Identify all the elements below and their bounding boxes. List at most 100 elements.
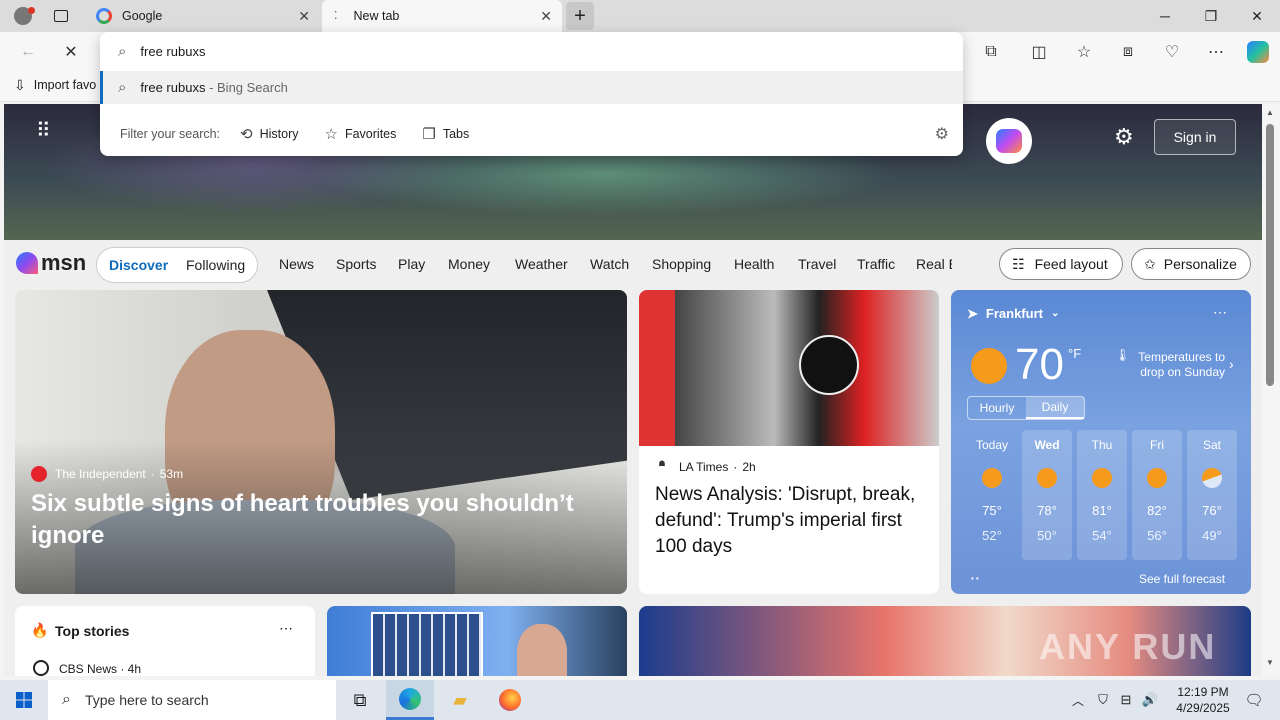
nav-news[interactable]: News	[279, 256, 314, 272]
stop-icon[interactable]: ✕	[55, 36, 87, 68]
tab-actions-icon[interactable]	[38, 0, 84, 32]
show-hidden-icons[interactable]: ︿	[1066, 680, 1090, 720]
import-favorites-button[interactable]: ⇩ Import favo	[14, 78, 96, 92]
browser-window: Google ✕ ⁚ New tab ✕ + ─ ❐ ✕ ← ✕ ⧉ ◫ ☆ ⧈…	[0, 0, 1280, 720]
high-temp: 78°	[1037, 503, 1057, 518]
filter-label: Tabs	[442, 127, 470, 141]
page-scrollbar[interactable]: ▲ ▼	[1262, 104, 1280, 676]
close-tab-icon[interactable]: ✕	[540, 8, 552, 25]
la-times-story-card[interactable]: ☗ LA Times · 2h News Analysis: 'Disrupt,…	[639, 290, 939, 594]
copilot-icon[interactable]	[1242, 36, 1274, 68]
file-explorer-icon[interactable]: ▰	[436, 680, 484, 720]
security-icon[interactable]: ⛉	[1092, 680, 1114, 720]
close-window-button[interactable]: ✕	[1234, 0, 1280, 32]
nav-real-estate[interactable]: Real E	[916, 256, 952, 272]
scrollbar-thumb[interactable]	[1266, 124, 1274, 386]
clock[interactable]: 12:19 PM 4/29/2025	[1166, 684, 1240, 716]
top-stories-card: 🔥 Top stories ⋯ CBS News · 4h	[15, 606, 315, 676]
hourly-tab[interactable]: Hourly	[968, 397, 1026, 419]
filter-label: Favorites	[344, 127, 397, 141]
copilot-button[interactable]	[986, 118, 1032, 164]
start-button[interactable]	[0, 680, 48, 720]
nav-weather[interactable]: Weather	[515, 256, 568, 272]
forecast-day[interactable]: Fri 82° 56°	[1132, 430, 1182, 560]
story-headline[interactable]: News Analysis: 'Disrupt, break, defund':…	[655, 482, 925, 560]
extensions-icon[interactable]: ⧉	[975, 36, 1007, 68]
restore-button[interactable]: ❐	[1188, 0, 1234, 32]
story-age: 2h	[742, 460, 756, 474]
filter-history-button[interactable]: ⟲ History	[240, 127, 298, 142]
forecast-day[interactable]: Sat 76° 49°	[1187, 430, 1237, 560]
tab-following[interactable]: Following	[186, 257, 245, 273]
solar-story-card[interactable]	[327, 606, 627, 676]
minimize-button[interactable]: ─	[1142, 0, 1188, 32]
weather-location[interactable]: ➤ Frankfurt ⌄	[967, 306, 1059, 321]
address-input[interactable]: free rubuxs	[140, 44, 205, 59]
nav-traffic[interactable]: Traffic	[857, 256, 895, 272]
filter-favorites-button[interactable]: ☆ Favorites	[325, 127, 397, 142]
taskbar-search-placeholder: Type here to search	[84, 692, 209, 708]
search-settings-icon[interactable]: ⚙	[935, 124, 949, 144]
nav-money[interactable]: Money	[448, 256, 490, 272]
volume-icon[interactable]: 🔊	[1138, 680, 1162, 720]
msn-logo[interactable]: msn	[16, 250, 86, 276]
address-bar[interactable]: ⌕ free rubuxs	[100, 32, 963, 70]
notifications-icon[interactable]: 🗨	[1234, 680, 1274, 720]
new-tab-button[interactable]: +	[566, 2, 594, 30]
split-screen-icon[interactable]: ◫	[1023, 36, 1055, 68]
taskbar-search[interactable]: ⌕ Type here to search	[48, 680, 336, 720]
collections-icon[interactable]: ⧈	[1112, 36, 1144, 68]
carousel-dots[interactable]: • •	[971, 574, 979, 583]
sunny-icon	[982, 468, 1002, 488]
weather-card[interactable]: ➤ Frankfurt ⌄ ⋯ 70 °F 🌡 Temperatures to …	[951, 290, 1251, 594]
nav-sports[interactable]: Sports	[336, 256, 376, 272]
search-suggestion[interactable]: ⌕ free rubuxs - Bing Search	[100, 71, 963, 104]
main-story-card[interactable]: The Independent · 53m Six subtle signs o…	[15, 290, 627, 594]
more-menu-icon[interactable]: ⋯	[1200, 36, 1232, 68]
feed-layout-label: Feed layout	[1034, 256, 1108, 272]
nav-play[interactable]: Play	[398, 256, 425, 272]
nav-travel[interactable]: Travel	[798, 256, 836, 272]
edge-taskbar-icon[interactable]	[386, 680, 434, 720]
personalize-label: Personalize	[1163, 256, 1237, 272]
sign-in-button[interactable]: Sign in	[1154, 119, 1236, 155]
firefox-icon[interactable]	[486, 680, 534, 720]
daily-tab[interactable]: Daily	[1026, 397, 1084, 419]
weather-alert[interactable]: Temperatures to drop on Sunday	[1131, 350, 1225, 380]
see-full-forecast-link[interactable]: See full forecast	[1139, 572, 1225, 586]
nav-shopping[interactable]: Shopping	[652, 256, 711, 272]
apps-launcher-icon[interactable]: ⠿	[36, 121, 52, 141]
forecast-day[interactable]: Today 75° 52°	[967, 430, 1017, 560]
favorites-icon[interactable]: ☆	[1068, 36, 1100, 68]
more-options-icon[interactable]: ⋯	[1213, 304, 1227, 321]
forecast-day[interactable]: Thu 81° 54°	[1077, 430, 1127, 560]
settings-icon[interactable]: ⚙	[1114, 124, 1134, 150]
low-temp: 49°	[1202, 528, 1222, 543]
tab-google[interactable]: Google ✕	[86, 0, 320, 32]
chevron-right-icon[interactable]: ›	[1229, 356, 1234, 372]
forecast-day[interactable]: Wed 78° 50°	[1022, 430, 1072, 560]
personalize-button[interactable]: ✩ Personalize	[1131, 248, 1251, 280]
nav-watch[interactable]: Watch	[590, 256, 629, 272]
network-icon[interactable]: ⊟	[1114, 680, 1138, 720]
close-tab-icon[interactable]: ✕	[298, 8, 310, 25]
story-source[interactable]: CBS News · 4h	[59, 662, 141, 676]
filter-tabs-button[interactable]: ❐ Tabs	[422, 127, 469, 142]
task-view-icon[interactable]: ⧉	[336, 680, 384, 720]
performance-icon[interactable]: ♡	[1156, 36, 1188, 68]
watermark: ANY RUN	[1039, 626, 1217, 667]
msn-new-tab-page: ⠿ ⚙ Sign in msn Discover Following News …	[4, 104, 1262, 676]
feed-tabs: Discover Following	[96, 247, 258, 283]
location-name: Frankfurt	[985, 306, 1043, 321]
story-headline[interactable]: Six subtle signs of heart troubles you s…	[31, 488, 591, 552]
nav-health[interactable]: Health	[734, 256, 774, 272]
high-temp: 81°	[1092, 503, 1112, 518]
more-options-icon[interactable]: ⋯	[279, 620, 293, 637]
temp-unit[interactable]: °F	[1068, 346, 1081, 361]
msn-butterfly-icon	[16, 252, 38, 274]
sweetener-story-card[interactable]: ANY RUN	[639, 606, 1251, 676]
tab-discover[interactable]: Discover	[109, 257, 168, 273]
back-icon[interactable]: ←	[12, 36, 44, 68]
tab-new-tab[interactable]: ⁚ New tab ✕	[322, 0, 562, 32]
feed-layout-button[interactable]: ☷ Feed layout	[999, 248, 1123, 280]
